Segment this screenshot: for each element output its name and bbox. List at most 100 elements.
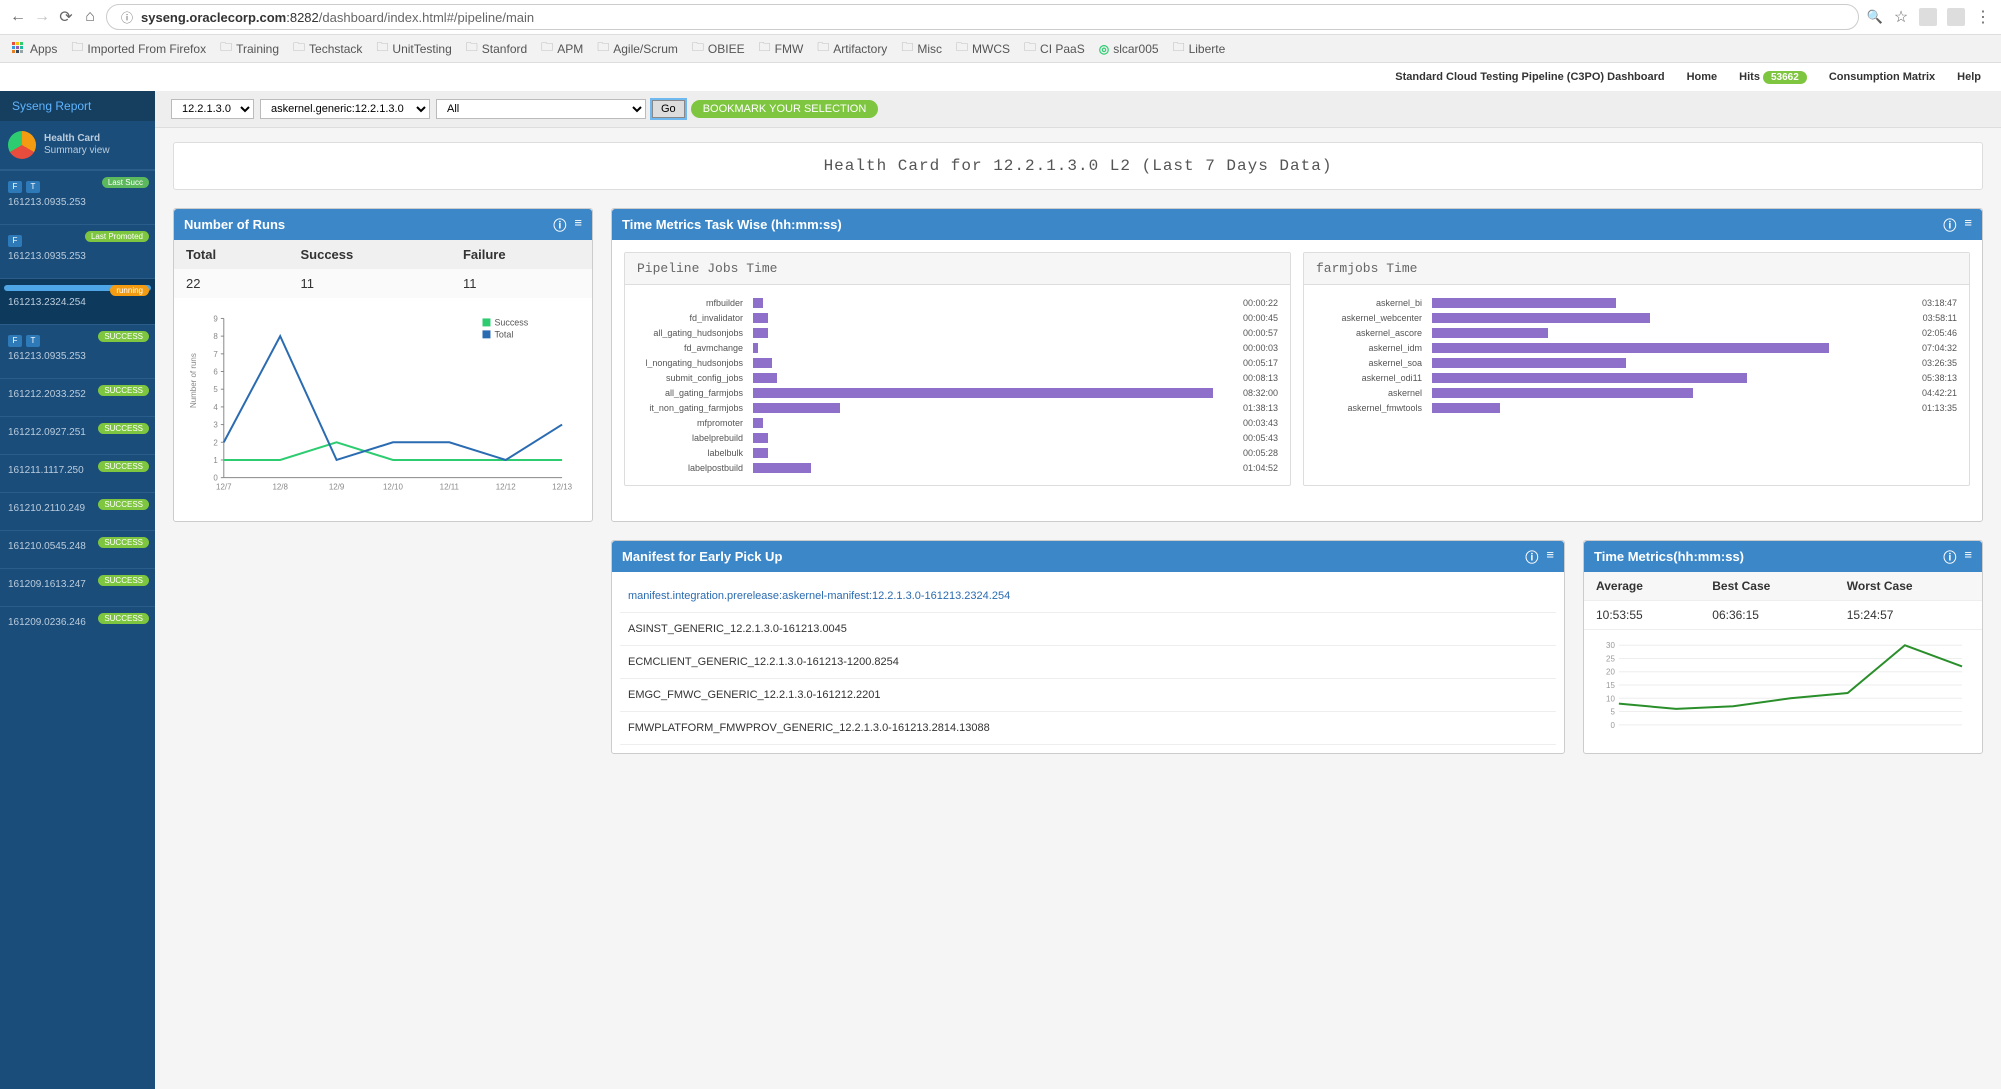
bookmark-folder[interactable]: 🗀APM [541, 38, 583, 59]
menu-lines-icon[interactable]: ≡ [1546, 547, 1554, 566]
bookmark-folder[interactable]: 🗀Stanford [466, 38, 527, 59]
svg-text:10: 10 [1606, 694, 1615, 703]
status-badge: SUCCESS [98, 613, 149, 624]
svg-text:12/10: 12/10 [383, 483, 403, 492]
manifest-row: EMGC_FMWC_GENERIC_12.2.1.3.0-161212.2201 [620, 679, 1556, 712]
sidebar-item[interactable]: SUCCESS161211.1117.250 [0, 454, 155, 492]
apps-icon [12, 42, 26, 56]
bookmark-folder[interactable]: 🗀Artifactory [817, 38, 887, 59]
nav-forward-icon[interactable]: → [34, 9, 50, 25]
sidebar-item[interactable]: FLast Promoted161213.0935.253 [0, 224, 155, 278]
bookmark-folder[interactable]: 🗀Techstack [293, 38, 362, 59]
manifest-row: ECMCLIENT_GENERIC_12.2.1.3.0-161213-1200… [620, 646, 1556, 679]
bookmark-folder[interactable]: 🗀MWCS [956, 38, 1010, 59]
sidebar-item[interactable]: SUCCESS161209.1613.247 [0, 568, 155, 606]
extension1-icon[interactable] [1919, 8, 1937, 26]
bookmark-selection-button[interactable]: BOOKMARK YOUR SELECTION [691, 100, 879, 118]
sidebar-item[interactable]: SUCCESS161212.2033.252 [0, 378, 155, 416]
sidebar-item[interactable]: running161213.2324.254 [0, 278, 155, 324]
folder-icon: 🗀 [376, 38, 388, 59]
bar-row: all_gating_farmjobs08:32:00 [637, 385, 1278, 400]
health-card-text: Health Card Summary view [44, 133, 110, 157]
apps-button[interactable]: Apps [12, 42, 57, 56]
sidebar-item[interactable]: FTSUCCESS161213.0935.253 [0, 324, 155, 378]
home-icon[interactable]: ⌂ [82, 9, 98, 25]
menu-lines-icon[interactable]: ≡ [574, 215, 582, 234]
filter-kernel-select[interactable]: askernel.generic:12.2.1.3.0 [260, 99, 430, 119]
folder-icon: 🗀 [692, 38, 704, 59]
search-icon[interactable]: 🔍 [1867, 9, 1883, 25]
time-metrics-table: AverageBest CaseWorst Case 10:53:5506:36… [1584, 572, 1982, 630]
info-icon[interactable]: ⓘ [553, 215, 566, 234]
reload-icon[interactable]: ⟳ [58, 9, 74, 25]
sidebar-item[interactable]: SUCCESS161210.0545.248 [0, 530, 155, 568]
sidebar-item[interactable]: SUCCESS161212.0927.251 [0, 416, 155, 454]
bookmark-folder[interactable]: 🗀FMW [759, 38, 804, 59]
folder-icon: 🗀 [901, 38, 913, 59]
info-icon[interactable]: ⓘ [1525, 547, 1538, 566]
bar-row: labelprebuild00:05:43 [637, 430, 1278, 445]
chip-f-icon: F [8, 335, 22, 347]
folder-icon: 🗀 [759, 38, 771, 59]
bar-row: all_gating_hudsonjobs00:00:57 [637, 325, 1278, 340]
nav-help[interactable]: Help [1957, 71, 1981, 83]
panel-title: Time Metrics Task Wise (hh:mm:ss) [622, 217, 842, 232]
nav-back-icon[interactable]: ← [10, 9, 26, 25]
site-info-icon[interactable]: ⓘ [119, 9, 135, 25]
svg-text:1: 1 [213, 456, 218, 465]
bookmark-folder[interactable]: 🗀Training [220, 38, 279, 59]
svg-text:Success: Success [494, 317, 528, 327]
number-of-runs-panel: Number of Runs ⓘ ≡ TotalSuccessFailure 2… [173, 208, 593, 522]
bar-row: l_nongating_hudsonjobs00:05:17 [637, 355, 1278, 370]
bookmark-folder[interactable]: 🗀Agile/Scrum [597, 38, 678, 59]
bookmark-liberte[interactable]: 🗀Liberte [1173, 38, 1226, 59]
nav-hits[interactable]: Hits 53662 [1739, 71, 1807, 83]
sidebar-item[interactable]: FTLast Succ161213.0935.253 [0, 170, 155, 224]
pipeline-jobs-chart: mfbuilder00:00:22fd_invalidator00:00:45a… [625, 285, 1290, 485]
extension2-icon[interactable] [1947, 8, 1965, 26]
bar-row: askernel_webcenter03:58:11 [1316, 310, 1957, 325]
svg-text:8: 8 [213, 332, 218, 341]
menu-icon[interactable]: ⋮ [1975, 9, 1991, 25]
time-metrics-task-panel: Time Metrics Task Wise (hh:mm:ss) ⓘ ≡ Pi… [611, 208, 1983, 522]
svg-text:12/8: 12/8 [272, 483, 288, 492]
go-button[interactable]: Go [652, 100, 685, 118]
filter-version-select[interactable]: 12.2.1.3.0 [171, 99, 254, 119]
panel-title: Manifest for Early Pick Up [622, 549, 782, 564]
info-icon[interactable]: ⓘ [1943, 547, 1956, 566]
bar-row: labelbulk00:05:28 [637, 445, 1278, 460]
sidebar-item[interactable]: SUCCESS161209.0236.246 [0, 606, 155, 644]
svg-text:20: 20 [1606, 668, 1615, 677]
url-bar[interactable]: ⓘ syseng.oraclecorp.com:8282/dashboard/i… [106, 4, 1859, 30]
bookmark-slcar[interactable]: ◎slcar005 [1099, 42, 1159, 56]
sidebar-health-card-header[interactable]: Health Card Summary view [0, 121, 155, 170]
status-badge: SUCCESS [98, 537, 149, 548]
nav-consumption[interactable]: Consumption Matrix [1829, 71, 1935, 83]
bookmark-folder[interactable]: 🗀Misc [901, 38, 942, 59]
sidebar-item[interactable]: SUCCESS161210.2110.249 [0, 492, 155, 530]
star-icon[interactable]: ☆ [1893, 9, 1909, 25]
bar-row: labelpostbuild01:04:52 [637, 460, 1278, 475]
bookmark-folder[interactable]: 🗀UnitTesting [376, 38, 451, 59]
menu-lines-icon[interactable]: ≡ [1964, 215, 1972, 234]
svg-text:Total: Total [494, 329, 513, 339]
bookmark-folder[interactable]: 🗀OBIEE [692, 38, 745, 59]
health-card-logo-icon [8, 131, 36, 159]
menu-lines-icon[interactable]: ≡ [1964, 547, 1972, 566]
manifest-row[interactable]: manifest.integration.prerelease:askernel… [620, 580, 1556, 613]
bar-row: askernel_soa03:26:35 [1316, 355, 1957, 370]
bar-row: mfpromoter00:03:43 [637, 415, 1278, 430]
sidebar-brand[interactable]: Syseng Report [0, 91, 155, 121]
bookmark-folder[interactable]: 🗀Imported From Firefox [71, 38, 206, 59]
nav-home[interactable]: Home [1687, 71, 1718, 83]
svg-text:12/7: 12/7 [216, 483, 232, 492]
folder-icon: 🗀 [220, 38, 232, 59]
farmjobs-chart: askernel_bi03:18:47askernel_webcenter03:… [1304, 285, 1969, 425]
bar-row: fd_invalidator00:00:45 [637, 310, 1278, 325]
folder-icon: 🗀 [541, 38, 553, 59]
bookmark-folder[interactable]: 🗀CI PaaS [1024, 38, 1085, 59]
status-badge: SUCCESS [98, 385, 149, 396]
info-icon[interactable]: ⓘ [1943, 215, 1956, 234]
filter-all-select[interactable]: All [436, 99, 646, 119]
runs-table: TotalSuccessFailure 221111 [174, 240, 592, 298]
